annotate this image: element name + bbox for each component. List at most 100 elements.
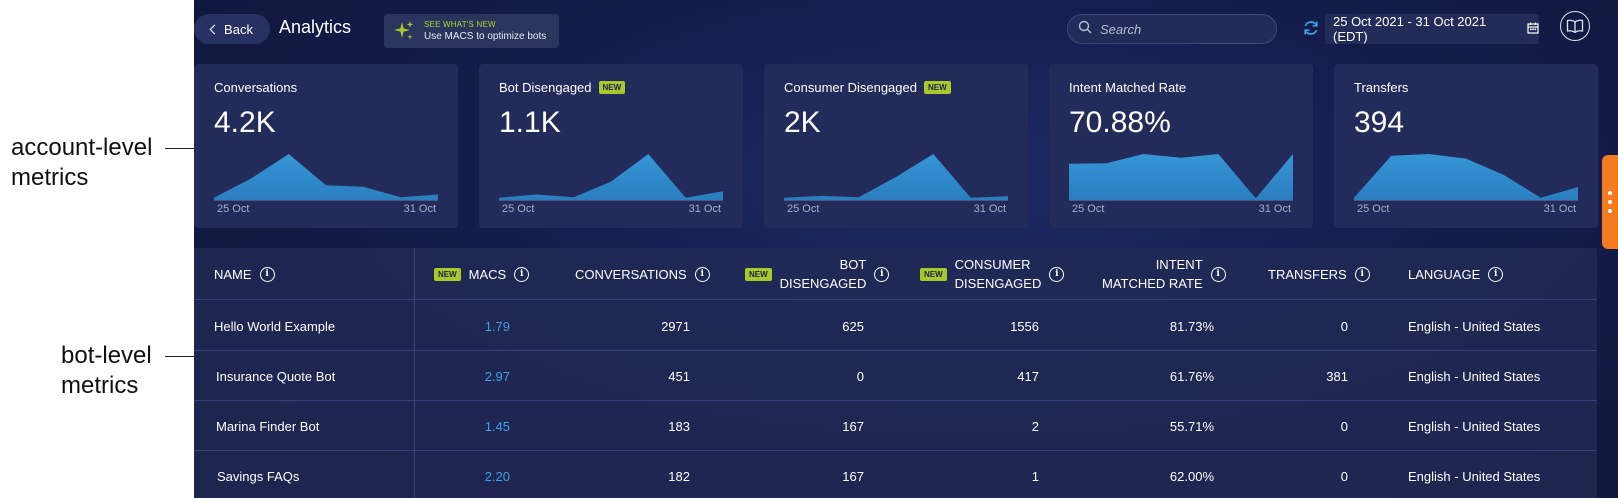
cell-macs-link[interactable]: 2.97 — [454, 351, 510, 401]
page-title: Analytics — [279, 17, 352, 37]
card-value: 2K — [784, 106, 821, 139]
card-title: Conversations — [214, 80, 298, 95]
info-icon[interactable]: i — [514, 266, 530, 282]
annotation-account-level-text: account-level metrics — [11, 134, 153, 191]
column-header-consumer-disengaged[interactable]: NEW CONSUMER DISENGAGED i — [920, 248, 1065, 300]
cell-transfers: 0 — [1340, 468, 1348, 484]
cell-language: English - United States — [1408, 418, 1541, 434]
date-start-label: 25 Oct — [787, 203, 820, 215]
cell-bot-disengaged: 167 — [842, 468, 864, 484]
date-end-label: 31 Oct — [688, 203, 721, 215]
sparkline-area — [1069, 154, 1293, 200]
metric-card-conversations[interactable]: Conversations 4.2K 25 Oct 31 Oct — [194, 64, 458, 228]
column-header-intent-matched-rate[interactable]: INTENT MATCHED RATE i — [1102, 248, 1226, 300]
card-value: 394 — [1354, 106, 1405, 139]
cell-macs-link[interactable]: 1.45 — [454, 401, 510, 451]
table-row[interactable]: Insurance Quote Bot 2.97 451 0 417 61.76… — [194, 351, 1597, 401]
search-icon — [1078, 20, 1092, 39]
new-badge: NEW — [923, 81, 951, 94]
column-header-language[interactable]: LANGUAGE i — [1408, 248, 1504, 300]
metric-card-intent-matched-rate[interactable]: Intent Matched Rate 70.88% 25 Oct 31 Oct — [1049, 64, 1313, 228]
card-value: 1.1K — [499, 106, 561, 139]
date-range-text: 25 Oct 2021 - 31 Oct 2021 (EDT) — [1333, 14, 1487, 44]
side-panel-tab[interactable] — [1602, 155, 1618, 249]
sparkline-area — [499, 154, 723, 200]
date-end-label: 31 Oct — [973, 203, 1006, 215]
calendar-icon — [1527, 22, 1539, 37]
card-value: 70.88% — [1069, 106, 1171, 139]
search-box[interactable] — [1067, 14, 1277, 44]
date-end-label: 31 Oct — [403, 203, 436, 215]
cell-transfers: 381 — [1326, 368, 1348, 384]
date-range-picker[interactable]: 25 Oct 2021 - 31 Oct 2021 (EDT) — [1325, 14, 1539, 44]
cell-name: Savings FAQs — [217, 468, 300, 484]
date-end-label: 31 Oct — [1258, 203, 1291, 215]
sparkline-chart — [499, 154, 723, 200]
sparkline-axis — [784, 200, 1008, 201]
sparkline-area — [214, 154, 438, 200]
column-label: CONSUMER DISENGAGED — [954, 257, 1042, 291]
dot-icon — [1608, 191, 1612, 195]
whats-new-button[interactable]: SEE WHAT'S NEW Use MACS to optimize bots — [384, 14, 559, 48]
info-icon[interactable]: i — [694, 266, 710, 282]
column-label: NAME — [214, 266, 252, 282]
table-row[interactable]: Hello World Example 1.79 2971 625 1556 8… — [194, 301, 1597, 351]
sparkline-axis — [1069, 200, 1293, 201]
metric-card-bot-disengaged[interactable]: Bot Disengaged NEW 1.1K 25 Oct 31 Oct — [479, 64, 743, 228]
cell-consumer-disengaged: 2 — [1031, 418, 1039, 434]
column-label: LANGUAGE — [1408, 266, 1481, 282]
sparkline-chart — [1069, 154, 1293, 200]
info-icon[interactable]: i — [259, 266, 275, 282]
whats-new-text: Use MACS to optimize bots — [424, 31, 547, 42]
date-end-label: 31 Oct — [1543, 203, 1576, 215]
table-row[interactable]: Marina Finder Bot 1.45 183 167 2 55.71% … — [194, 401, 1597, 451]
column-header-macs[interactable]: NEW MACS i — [434, 248, 530, 300]
sparkline-chart — [784, 154, 1008, 200]
date-start-label: 25 Oct — [217, 203, 250, 215]
new-badge: NEW — [745, 267, 772, 281]
cell-language: English - United States — [1408, 468, 1541, 484]
cell-bot-disengaged: 0 — [856, 368, 864, 384]
annotation-account-level: account-level metrics — [11, 133, 152, 193]
cell-language: English - United States — [1408, 318, 1541, 334]
table-header: NAME i NEW MACS i CONVERSATIONS i NEW BO… — [194, 248, 1597, 300]
sparkline-axis — [499, 200, 723, 201]
search-input[interactable] — [1100, 21, 1260, 37]
cell-transfers: 0 — [1340, 318, 1348, 334]
cell-consumer-disengaged: 1 — [1031, 468, 1039, 484]
sparkline-axis — [1354, 200, 1578, 201]
column-header-conversations[interactable]: CONVERSATIONS i — [575, 248, 710, 300]
column-header-name[interactable]: NAME i — [214, 248, 275, 300]
sparkle-icon — [384, 19, 424, 43]
back-label: Back — [224, 21, 253, 37]
cell-intent-matched-rate: 61.76% — [1169, 368, 1214, 384]
dot-icon — [1608, 209, 1612, 213]
cell-consumer-disengaged: 1556 — [1010, 318, 1039, 334]
back-button[interactable]: Back — [194, 14, 270, 44]
table-row[interactable]: Savings FAQs 2.20 182 167 1 62.00% 0 Eng… — [194, 451, 1597, 498]
date-start-label: 25 Oct — [1357, 203, 1390, 215]
info-icon[interactable]: i — [1210, 266, 1226, 282]
cell-name: Marina Finder Bot — [216, 418, 320, 434]
cell-conversations: 183 — [668, 418, 690, 434]
column-header-transfers[interactable]: TRANSFERS i — [1268, 248, 1370, 300]
cell-macs-link[interactable]: 2.20 — [454, 451, 510, 498]
cell-conversations: 2971 — [661, 318, 690, 334]
sparkline-chart — [1354, 154, 1578, 200]
cell-macs-link[interactable]: 1.79 — [454, 301, 510, 351]
info-icon[interactable]: i — [1049, 266, 1065, 282]
column-label: INTENT MATCHED RATE — [1102, 257, 1203, 291]
refresh-icon[interactable] — [1302, 19, 1320, 42]
book-icon[interactable] — [1560, 11, 1590, 41]
info-icon[interactable]: i — [1354, 266, 1370, 282]
info-icon[interactable]: i — [874, 266, 890, 282]
metric-card-consumer-disengaged[interactable]: Consumer Disengaged NEW 2K 25 Oct 31 Oct — [764, 64, 1028, 228]
metric-card-transfers[interactable]: Transfers 394 25 Oct 31 Oct — [1334, 64, 1598, 228]
info-icon[interactable]: i — [1488, 266, 1504, 282]
column-label: BOT DISENGAGED — [779, 257, 867, 291]
bots-table: NAME i NEW MACS i CONVERSATIONS i NEW BO… — [194, 248, 1597, 498]
cell-intent-matched-rate: 55.71% — [1169, 418, 1214, 434]
column-header-bot-disengaged[interactable]: NEW BOT DISENGAGED i — [745, 248, 890, 300]
column-label: TRANSFERS — [1268, 266, 1347, 282]
sparkline-area — [1354, 154, 1578, 200]
